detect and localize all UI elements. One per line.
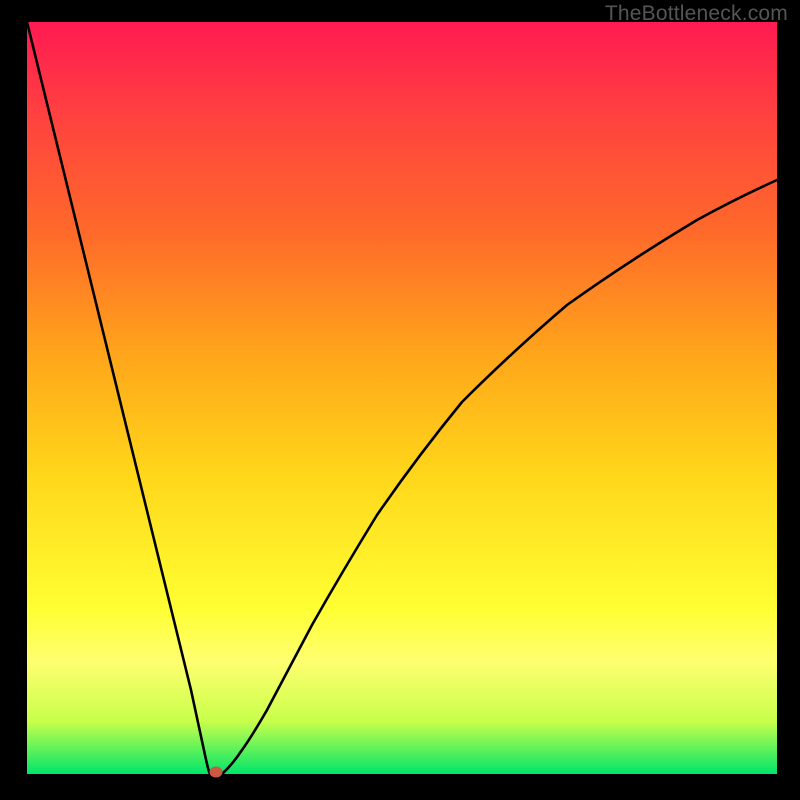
bottleneck-curve — [27, 22, 777, 774]
watermark-text: TheBottleneck.com — [605, 2, 788, 26]
chart-frame: TheBottleneck.com — [0, 0, 800, 800]
bottleneck-marker — [210, 767, 223, 778]
plot-area — [27, 22, 777, 774]
curve-left-branch — [27, 22, 210, 773]
curve-right-branch — [222, 180, 777, 774]
